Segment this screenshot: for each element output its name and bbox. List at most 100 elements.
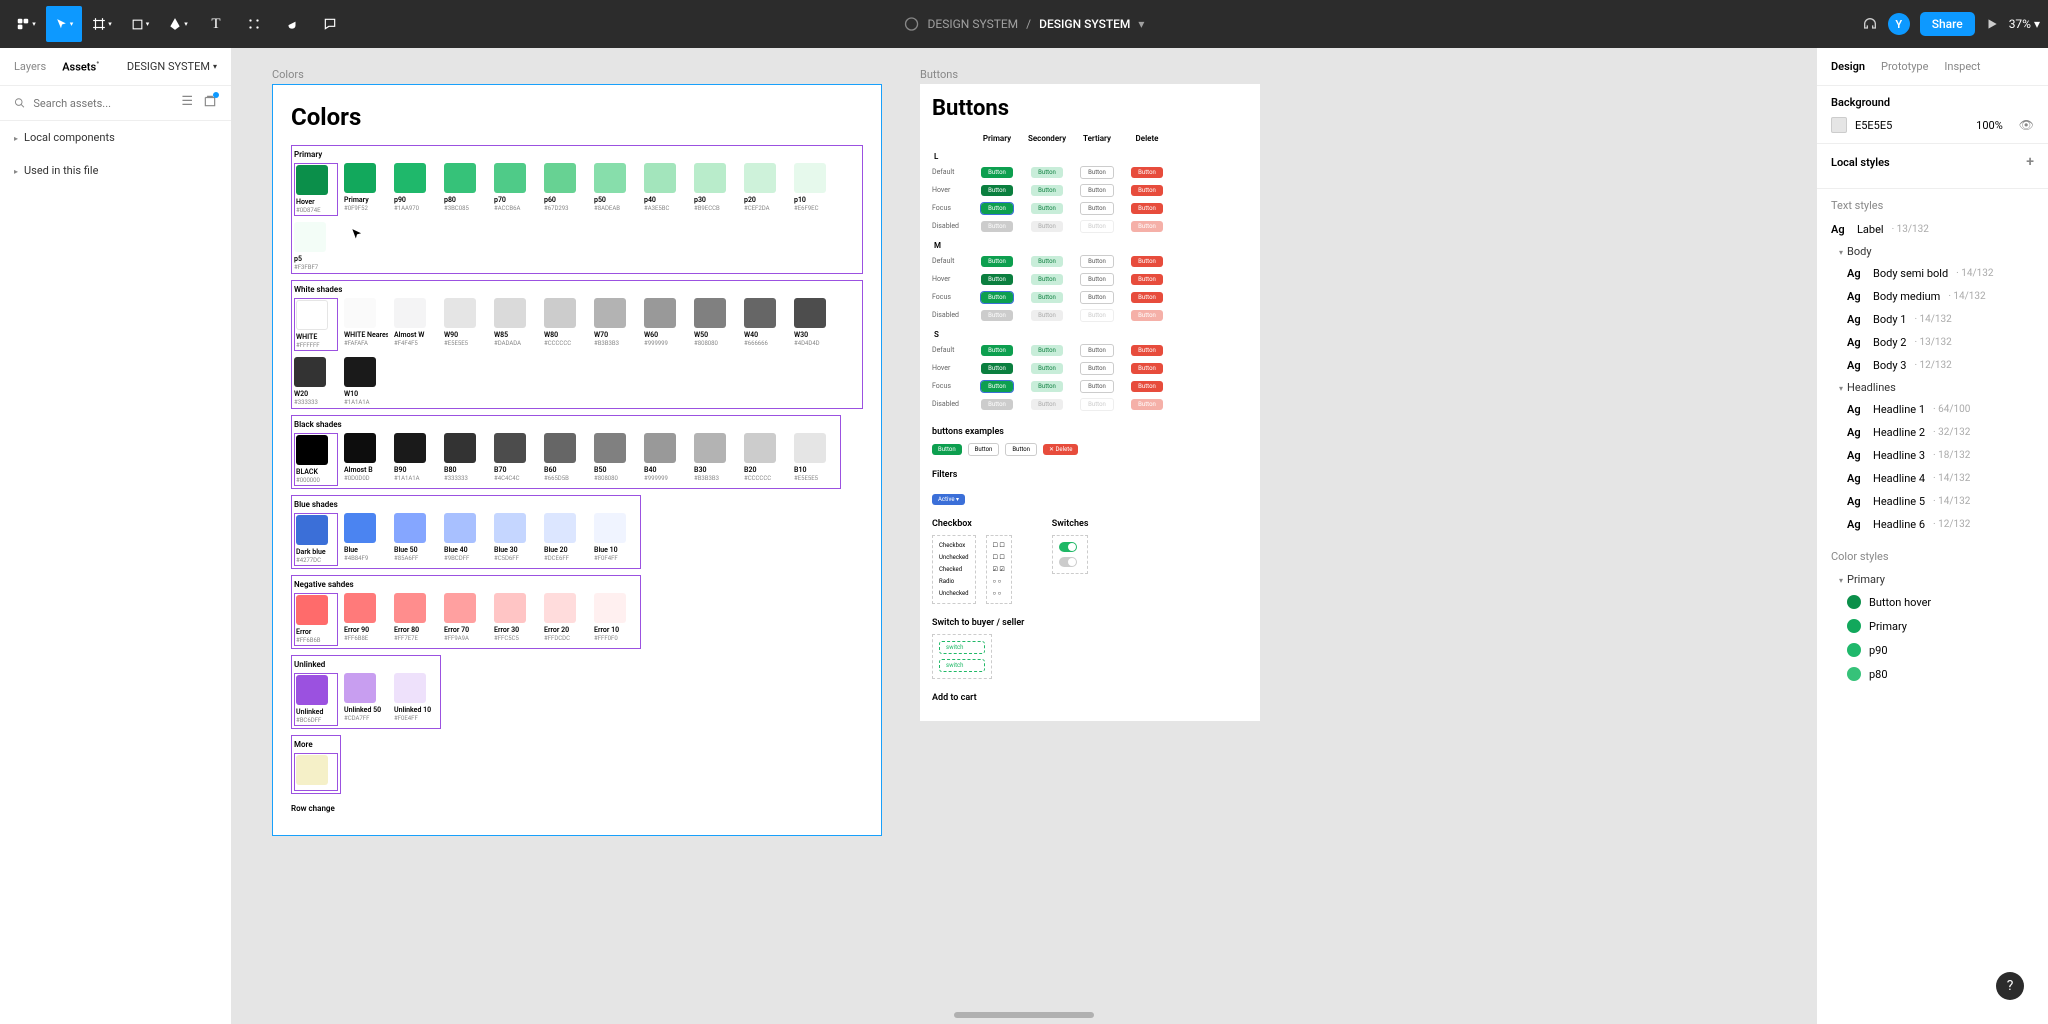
color-section[interactable]: More	[291, 735, 341, 794]
prototype-tab[interactable]: Prototype	[1881, 60, 1928, 73]
resources-tool[interactable]	[236, 6, 272, 42]
headphones-icon[interactable]	[1862, 16, 1878, 32]
color-swatch[interactable]: W40#666666	[744, 298, 788, 351]
color-swatch[interactable]: Blue#4B84F9	[344, 513, 388, 566]
color-swatch[interactable]: Error#FF6B6B	[294, 593, 338, 646]
color-swatch[interactable]: W85#DADADA	[494, 298, 538, 351]
background-swatch[interactable]	[1831, 117, 1847, 133]
comment-tool[interactable]	[312, 6, 348, 42]
text-style-item[interactable]: AgLabel · 13/132	[1831, 218, 2034, 241]
color-swatch[interactable]: Error 90#FF6B8E	[344, 593, 388, 646]
file-name[interactable]: DESIGN SYSTEM	[1039, 17, 1130, 31]
color-section[interactable]: White shadesWHITE#FFFFFFWHITE Nearest#FA…	[291, 280, 863, 409]
search-input[interactable]	[33, 97, 173, 110]
color-swatch[interactable]: Blue 30#C5D6FF	[494, 513, 538, 566]
frame-label-colors[interactable]: Colors	[272, 68, 882, 81]
add-style-button[interactable]: +	[2026, 154, 2034, 170]
color-swatch[interactable]: B30#B3B3B3	[694, 433, 738, 486]
present-icon[interactable]	[1985, 17, 1999, 31]
shape-tool[interactable]: ▾	[122, 6, 158, 42]
color-swatch[interactable]: W50#808080	[694, 298, 738, 351]
color-swatch[interactable]: p20#CEF2DA	[744, 163, 788, 216]
color-swatch[interactable]: W90#E5E5E5	[444, 298, 488, 351]
color-section[interactable]: Negative sahdesError#FF6B6BError 90#FF6B…	[291, 575, 641, 649]
background-hex[interactable]: E5E5E5	[1855, 119, 1892, 132]
text-style-item[interactable]: AgHeadline 3 · 18/132	[1831, 444, 2034, 467]
color-swatch[interactable]: W60#999999	[644, 298, 688, 351]
canvas[interactable]: Colors Colors PrimaryHover#0D874EPrimary…	[232, 48, 1816, 1024]
team-library-icon[interactable]	[203, 94, 217, 112]
color-swatch[interactable]: B80#333333	[444, 433, 488, 486]
horizontal-scrollbar[interactable]	[954, 1012, 1094, 1018]
share-button[interactable]: Share	[1920, 12, 1975, 36]
color-section[interactable]: UnlinkedUnlinked#BC6DFFUnlinked 50#CDA7F…	[291, 655, 441, 729]
assets-tab[interactable]: Assets•	[62, 59, 99, 74]
text-style-item[interactable]: AgBody 3 · 12/132	[1831, 354, 2034, 377]
color-swatch[interactable]: p60#67D293	[544, 163, 588, 216]
hand-tool[interactable]	[274, 6, 310, 42]
color-section[interactable]: Black shadesBLACK#000000Almost B#0D0D0DB…	[291, 415, 841, 489]
color-swatch[interactable]: W20#333333	[294, 357, 338, 406]
color-group-primary[interactable]: Primary	[1831, 569, 2034, 590]
pen-tool[interactable]: ▾	[160, 6, 196, 42]
color-swatch[interactable]: Error 10#FFF0F0	[594, 593, 638, 646]
color-swatch[interactable]: W70#B3B3B3	[594, 298, 638, 351]
color-swatch[interactable]: p90#1AA970	[394, 163, 438, 216]
help-button[interactable]: ?	[1996, 972, 2024, 1000]
color-swatch[interactable]: Error 30#FFC5C5	[494, 593, 538, 646]
color-swatch[interactable]: Hover#0D874E	[294, 163, 338, 216]
color-swatch[interactable]: Error 70#FF9A9A	[444, 593, 488, 646]
color-swatch[interactable]: p30#B9ECCB	[694, 163, 738, 216]
text-style-item[interactable]: AgBody 2 · 13/132	[1831, 331, 2034, 354]
colors-frame[interactable]: Colors PrimaryHover#0D874EPrimary#0F9F52…	[272, 84, 882, 836]
used-in-file-section[interactable]: Used in this file	[0, 154, 231, 187]
inspect-tab[interactable]: Inspect	[1944, 60, 1980, 73]
layers-tab[interactable]: Layers	[14, 60, 46, 73]
color-swatch[interactable]: WHITE Nearest#FAFAFA	[344, 298, 388, 351]
text-style-item[interactable]: AgBody medium · 14/132	[1831, 285, 2034, 308]
zoom-control[interactable]: 37%▾	[2009, 17, 2040, 31]
user-avatar[interactable]: Y	[1888, 13, 1910, 35]
color-swatch[interactable]: W10#1A1A1A	[344, 357, 388, 406]
color-swatch[interactable]: B70#4C4C4C	[494, 433, 538, 486]
color-swatch[interactable]	[294, 753, 338, 791]
color-swatch[interactable]: Unlinked#BC6DFF	[294, 673, 338, 726]
text-style-item[interactable]: AgHeadline 4 · 14/132	[1831, 467, 2034, 490]
color-swatch[interactable]: p50#8ADEAB	[594, 163, 638, 216]
color-section[interactable]: Blue shadesDark blue#4277DCBlue#4B84F9Bl…	[291, 495, 641, 569]
color-swatch[interactable]: Error 20#FFDCDC	[544, 593, 588, 646]
color-swatch[interactable]: Error 80#FF7E7E	[394, 593, 438, 646]
color-swatch[interactable]: p70#ACCB6A	[494, 163, 538, 216]
color-swatch[interactable]: W80#CCCCCC	[544, 298, 588, 351]
color-swatch[interactable]: Unlinked 10#F0E4FF	[394, 673, 438, 726]
figma-menu-button[interactable]: ▾	[8, 6, 44, 42]
color-swatch[interactable]: p80#3BC085	[444, 163, 488, 216]
color-style-item[interactable]: Button hover	[1831, 590, 2034, 614]
color-swatch[interactable]: W30#4D4D4D	[794, 298, 838, 351]
color-swatch[interactable]: B40#999999	[644, 433, 688, 486]
color-swatch[interactable]: Blue 40#9BCDFF	[444, 513, 488, 566]
local-components-section[interactable]: Local components	[0, 121, 231, 154]
text-style-group[interactable]: Headlines	[1831, 377, 2034, 398]
frame-tool[interactable]: ▾	[84, 6, 120, 42]
color-style-item[interactable]: p90	[1831, 638, 2034, 662]
frame-label-buttons[interactable]: Buttons	[920, 68, 1260, 81]
project-name[interactable]: DESIGN SYSTEM	[928, 17, 1019, 31]
list-view-icon[interactable]: ☰	[181, 94, 193, 112]
color-swatch[interactable]: B90#1A1A1A	[394, 433, 438, 486]
visibility-toggle-icon[interactable]: 👁	[2019, 118, 2034, 132]
color-swatch[interactable]: Primary#0F9F52	[344, 163, 388, 216]
color-swatch[interactable]: B60#665D5B	[544, 433, 588, 486]
design-tab[interactable]: Design	[1831, 60, 1865, 73]
text-style-item[interactable]: AgBody 1 · 14/132	[1831, 308, 2034, 331]
color-section[interactable]: PrimaryHover#0D874EPrimary#0F9F52p90#1AA…	[291, 145, 863, 274]
color-swatch[interactable]: BLACK#000000	[294, 433, 338, 486]
text-style-group[interactable]: Body	[1831, 241, 2034, 262]
color-swatch[interactable]: p5#F3FBF7	[294, 222, 338, 271]
text-style-item[interactable]: AgHeadline 6 · 12/132	[1831, 513, 2034, 536]
color-swatch[interactable]: Unlinked 50#CDA7FF	[344, 673, 388, 726]
color-swatch[interactable]: Dark blue#4277DC	[294, 513, 338, 566]
color-swatch[interactable]: Almost W#F4F4F5	[394, 298, 438, 351]
color-swatch[interactable]: WHITE#FFFFFF	[294, 298, 338, 351]
color-swatch[interactable]: Blue 10#F0F4FF	[594, 513, 638, 566]
